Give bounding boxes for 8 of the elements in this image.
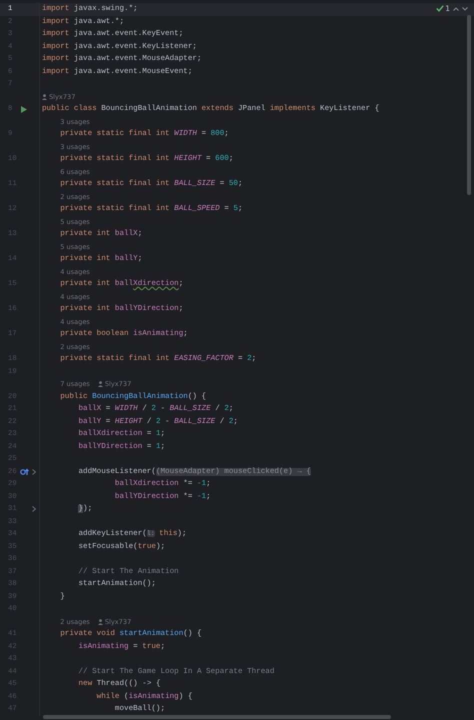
horizontal-scrollbar[interactable] bbox=[43, 715, 391, 719]
person-icon bbox=[98, 381, 103, 388]
person-icon bbox=[98, 618, 103, 625]
person-icon bbox=[42, 94, 47, 100]
override-icon[interactable] bbox=[20, 468, 29, 476]
vertical-scrollbar[interactable] bbox=[467, 15, 471, 195]
check-icon bbox=[436, 5, 444, 12]
run-icon[interactable] bbox=[21, 106, 28, 113]
